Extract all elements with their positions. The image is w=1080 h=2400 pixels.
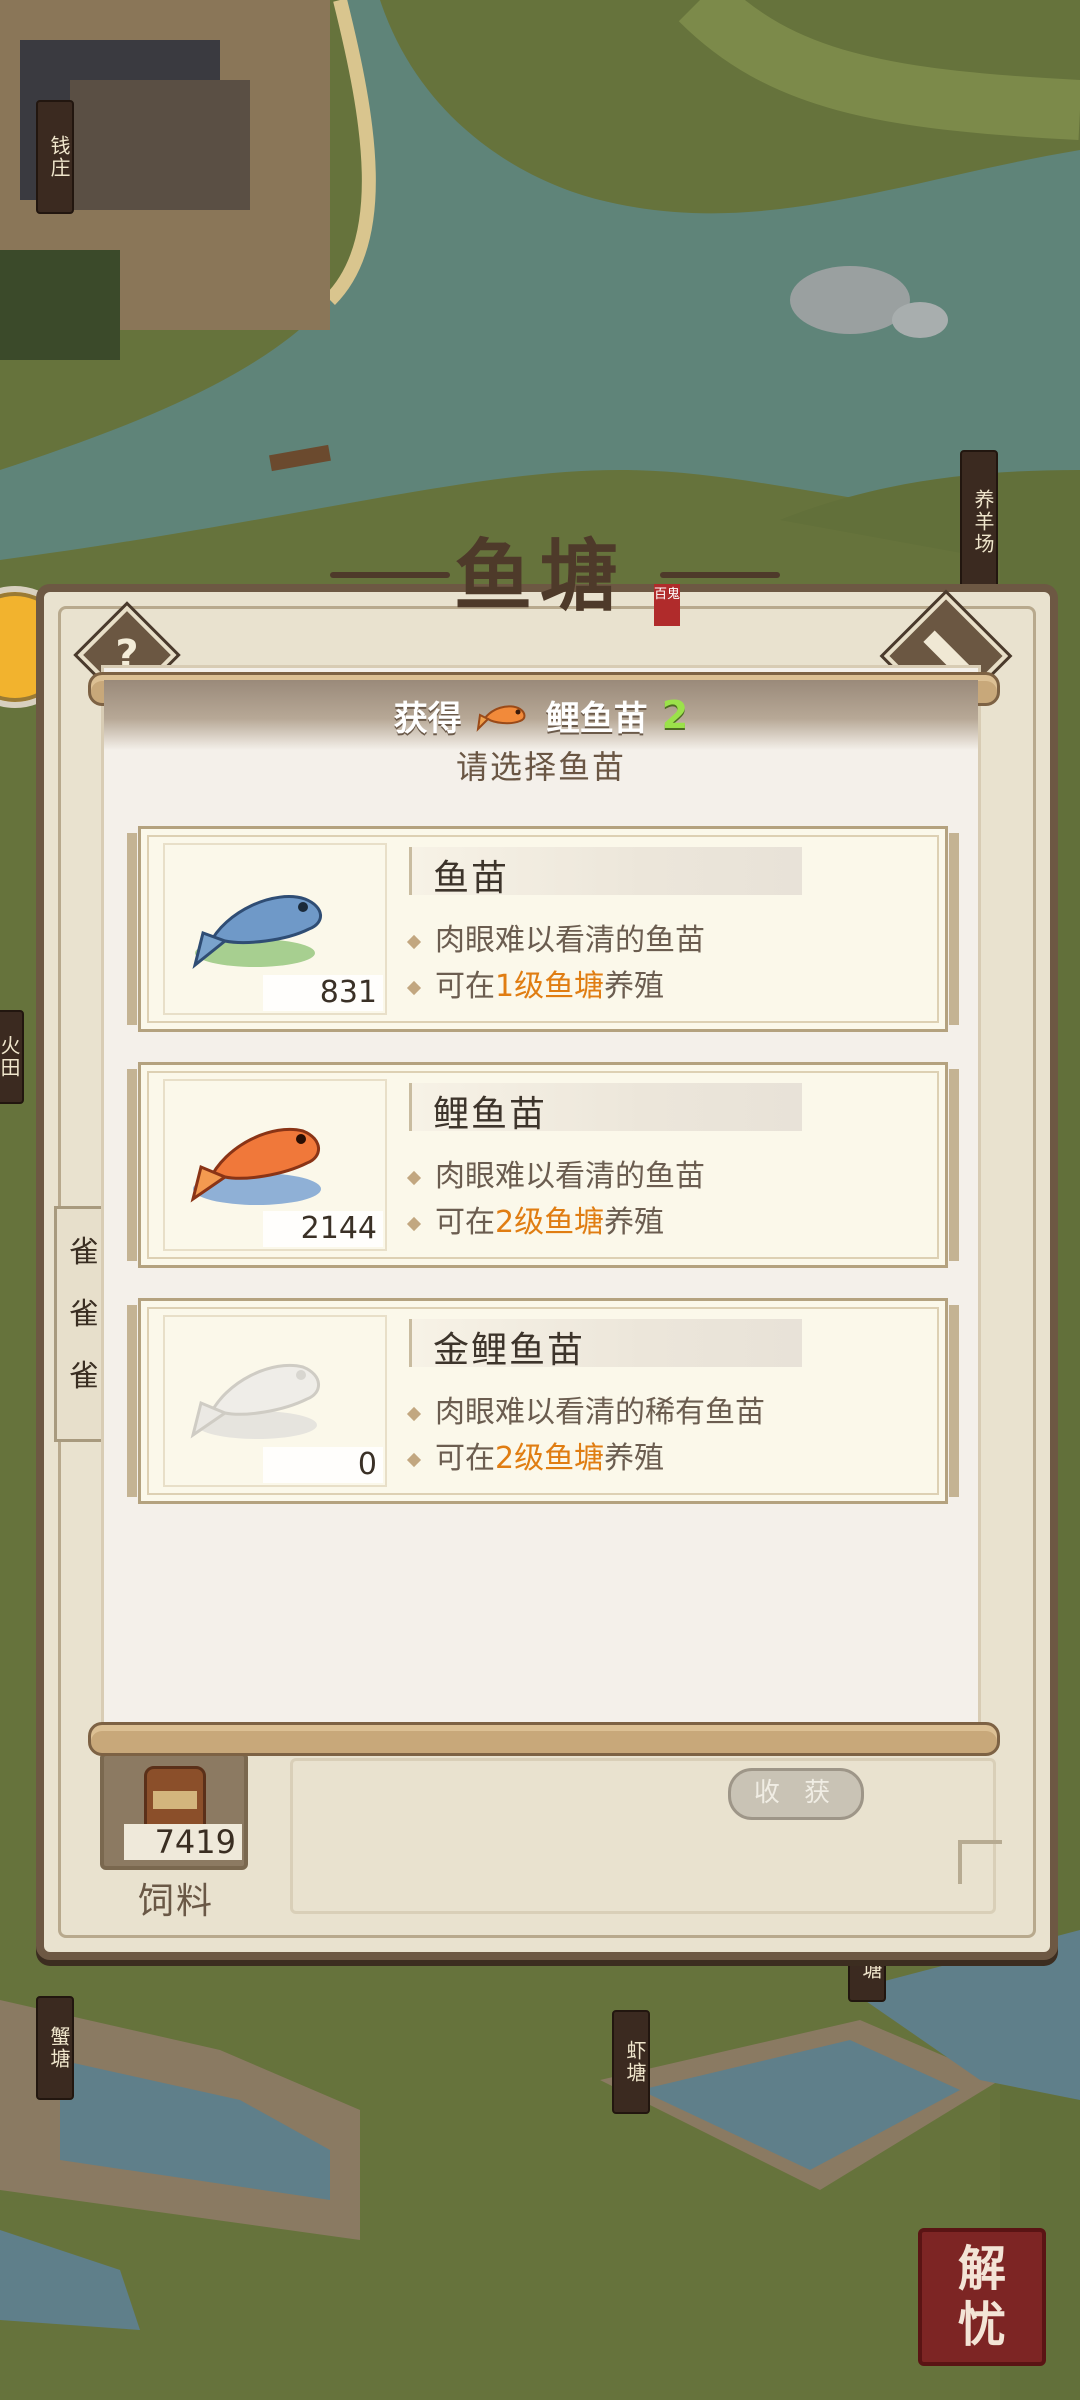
signpost-crab-pond[interactable]: 蟹塘	[36, 1996, 74, 2100]
signpost-field[interactable]: 火田	[0, 1010, 24, 1104]
reward-item: 鲤鱼苗	[545, 698, 648, 739]
level-prefix: 可在	[435, 1205, 495, 1240]
golden-carp-fish-icon	[190, 1363, 320, 1439]
seal-button[interactable]: 解 忧	[918, 2228, 1046, 2366]
carp-fish-icon	[476, 705, 526, 732]
title-flourish-right	[660, 572, 780, 578]
pond-slot	[290, 1758, 996, 1914]
fry-description-text: 肉眼难以看清的鱼苗	[435, 923, 705, 958]
fry-description: 肉眼难以看清的鱼苗	[406, 915, 705, 959]
left-tab-item[interactable]: 雀	[57, 1289, 111, 1333]
fry-description: 肉眼难以看清的稀有鱼苗	[406, 1387, 765, 1431]
level-suffix: 养殖	[604, 1441, 665, 1476]
left-tab-item[interactable]: 雀	[57, 1227, 111, 1271]
fry-count: 0	[263, 1447, 383, 1483]
bullet-icon	[406, 934, 422, 949]
feed-count: 7419	[124, 1824, 242, 1860]
fry-card[interactable]: 2144 鲤鱼苗 肉眼难以看清的鱼苗 可在2级鱼塘养殖	[127, 1062, 959, 1268]
fry-description-text: 肉眼难以看清的鱼苗	[435, 1159, 705, 1194]
panel-title-text: 鱼塘	[453, 531, 626, 622]
fry-icon-area: 2144	[163, 1079, 387, 1251]
feed-label: 饲料	[138, 1881, 215, 1922]
fry-description-text: 肉眼难以看清的稀有鱼苗	[435, 1395, 765, 1430]
fry-card[interactable]: 0 金鲤鱼苗 肉眼难以看清的稀有鱼苗 可在2级鱼塘养殖	[127, 1298, 959, 1504]
left-tab-item[interactable]: 雀	[57, 1351, 111, 1395]
signpost-sheep-farm[interactable]: 养羊场	[960, 450, 998, 594]
scroll-rod-bottom	[88, 1722, 1000, 1756]
level-prefix: 可在	[435, 1441, 495, 1476]
fry-description: 肉眼难以看清的鱼苗	[406, 1151, 705, 1195]
fry-count: 831	[263, 975, 383, 1011]
signpost-money-house[interactable]: 钱庄	[36, 100, 74, 214]
fry-level-requirement: 可在2级鱼塘养殖	[406, 1433, 665, 1477]
seal-text-top: 解	[957, 2241, 1006, 2297]
title-flourish-left	[330, 572, 450, 578]
panel-title: 鱼塘	[330, 520, 780, 622]
carp-fish-icon	[190, 1127, 321, 1205]
bullet-icon	[406, 1170, 422, 1185]
bullet-icon	[406, 1406, 422, 1421]
reward-amount: 2	[661, 693, 689, 737]
signpost-shrimp-pond[interactable]: 虾塘	[612, 2010, 650, 2114]
reward-prefix: 获得	[393, 698, 462, 739]
level-prefix: 可在	[435, 969, 495, 1004]
dialog-subtitle: 请选择鱼苗	[455, 748, 626, 786]
level-suffix: 养殖	[604, 969, 665, 1004]
title-stamp: 百鬼	[654, 584, 680, 626]
fry-name: 金鲤鱼苗	[433, 1330, 586, 1371]
fry-icon-area: 0	[163, 1315, 387, 1487]
bullet-icon	[406, 1452, 422, 1467]
harvest-button[interactable]: 收 获	[728, 1768, 864, 1820]
fry-icon-area: 831	[163, 843, 387, 1015]
bullet-icon	[406, 1216, 422, 1231]
fry-name: 鲤鱼苗	[433, 1094, 548, 1135]
corner-decoration	[958, 1840, 1002, 1884]
level-highlight: 2级鱼塘	[495, 1441, 605, 1476]
fry-name: 鱼苗	[433, 858, 510, 899]
level-highlight: 1级鱼塘	[495, 969, 605, 1004]
feed-item[interactable]: 7419	[100, 1752, 248, 1870]
level-highlight: 2级鱼塘	[495, 1205, 605, 1240]
fry-level-requirement: 可在1级鱼塘养殖	[406, 961, 665, 1005]
reward-banner: 获得 鲤鱼苗 2	[104, 680, 978, 750]
blue-fish-icon	[192, 895, 322, 969]
level-suffix: 养殖	[604, 1205, 665, 1240]
bullet-icon	[406, 980, 422, 995]
seal-text-bottom: 忧	[957, 2297, 1006, 2353]
fry-card[interactable]: 831 鱼苗 肉眼难以看清的鱼苗 可在1级鱼塘养殖	[127, 826, 959, 1032]
fry-count: 2144	[263, 1211, 383, 1247]
fry-level-requirement: 可在2级鱼塘养殖	[406, 1197, 665, 1241]
